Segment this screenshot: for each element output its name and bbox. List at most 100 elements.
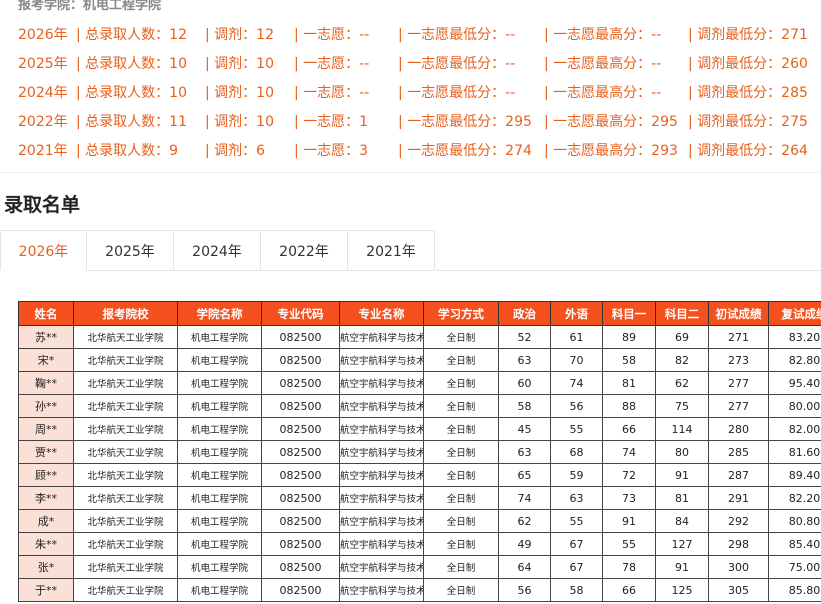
- cell-subject-two: 62: [655, 371, 709, 395]
- cell-study-mode: 全日制: [423, 532, 499, 556]
- cell-study-mode: 全日制: [423, 578, 499, 602]
- cell-name: 张*: [18, 555, 74, 579]
- header-col-college: 学院名称: [177, 301, 262, 326]
- cell-politics: 56: [498, 578, 551, 602]
- cell-name: 李**: [18, 486, 74, 510]
- cell-foreign-language: 68: [550, 440, 603, 464]
- cell-study-mode: 全日制: [423, 325, 499, 349]
- tab-2026[interactable]: 2026年: [0, 230, 87, 271]
- cell-major-code: 082500: [261, 348, 340, 372]
- cell-preliminary-score: 298: [708, 532, 769, 556]
- stat-first-choice: | 一志愿：3: [294, 143, 369, 159]
- stat-year: 2026年: [18, 27, 68, 43]
- college-header: 报考学院：机电工程学院: [18, 0, 162, 13]
- cell-preliminary-score: 285: [708, 440, 769, 464]
- cell-subject-two: 127: [655, 532, 709, 556]
- table-row: 鞠** 北华航天工业学院 机电工程学院 082500 航空宇航科学与技术 全日制 60 74 8…: [18, 371, 821, 395]
- admission-table: 姓名报考院校学院名称专业代码专业名称学习方式政治外语科目一科目二初试成绩复试成绩…: [18, 301, 821, 602]
- cell-college: 机电工程学院: [177, 325, 262, 349]
- cell-politics: 63: [498, 440, 551, 464]
- cell-college: 机电工程学院: [177, 578, 262, 602]
- cell-major-code: 082500: [261, 371, 340, 395]
- stat-adjust-min: | 调剂最低分：275: [688, 114, 808, 130]
- stat-year: 2025年: [18, 56, 68, 72]
- stat-adjust-min: | 调剂最低分：264: [688, 143, 808, 159]
- stat-first-max: | 一志愿最高分：--: [544, 85, 662, 101]
- cell-major-code: 082500: [261, 463, 340, 487]
- cell-major-name: 航空宇航科学与技术: [339, 371, 424, 395]
- cell-politics: 58: [498, 394, 551, 418]
- cell-retest-score: 83.20: [768, 325, 821, 349]
- cell-retest-score: 82.00: [768, 417, 821, 441]
- cell-politics: 49: [498, 532, 551, 556]
- cell-school: 北华航天工业学院: [73, 325, 178, 349]
- cell-study-mode: 全日制: [423, 371, 499, 395]
- cell-school: 北华航天工业学院: [73, 348, 178, 372]
- cell-subject-two: 80: [655, 440, 709, 464]
- admission-stats: 2026年 | 总录取人数：12 | 调剂：12 | 一志愿：-- | 一志愿最…: [0, 20, 821, 165]
- cell-major-name: 航空宇航科学与技术: [339, 555, 424, 579]
- cell-major-name: 航空宇航科学与技术: [339, 348, 424, 372]
- stat-adjust: | 调剂：10: [205, 56, 274, 72]
- cell-preliminary-score: 273: [708, 348, 769, 372]
- cell-preliminary-score: 291: [708, 486, 769, 510]
- stat-first-choice: | 一志愿：--: [294, 85, 370, 101]
- cell-foreign-language: 63: [550, 486, 603, 510]
- cell-major-name: 航空宇航科学与技术: [339, 394, 424, 418]
- stat-row-2026: 2026年 | 总录取人数：12 | 调剂：12 | 一志愿：-- | 一志愿最…: [0, 20, 821, 49]
- cell-subject-one: 89: [602, 325, 656, 349]
- cell-college: 机电工程学院: [177, 348, 262, 372]
- cell-major-name: 航空宇航科学与技术: [339, 325, 424, 349]
- tab-2021[interactable]: 2021年: [348, 230, 435, 271]
- cell-politics: 45: [498, 417, 551, 441]
- stat-adjust: | 调剂：12: [205, 27, 274, 43]
- cell-retest-score: 82.80: [768, 348, 821, 372]
- header-col-major-code: 专业代码: [261, 301, 340, 326]
- cell-politics: 60: [498, 371, 551, 395]
- cell-study-mode: 全日制: [423, 417, 499, 441]
- cell-major-name: 航空宇航科学与技术: [339, 486, 424, 510]
- cell-preliminary-score: 277: [708, 394, 769, 418]
- cell-preliminary-score: 292: [708, 509, 769, 533]
- header-col-foreign-language: 外语: [550, 301, 603, 326]
- stat-adjust-min: | 调剂最低分：271: [688, 27, 808, 43]
- cell-name: 孙**: [18, 394, 74, 418]
- cell-foreign-language: 61: [550, 325, 603, 349]
- cell-school: 北华航天工业学院: [73, 555, 178, 579]
- cell-college: 机电工程学院: [177, 532, 262, 556]
- table-row: 孙** 北华航天工业学院 机电工程学院 082500 航空宇航科学与技术 全日制 58 56 8…: [18, 394, 821, 418]
- stat-first-max: | 一志愿最高分：--: [544, 27, 662, 43]
- cell-foreign-language: 59: [550, 463, 603, 487]
- cell-retest-score: 85.40: [768, 532, 821, 556]
- stat-first-min: | 一志愿最低分：--: [398, 27, 516, 43]
- cell-study-mode: 全日制: [423, 463, 499, 487]
- cell-subject-one: 81: [602, 371, 656, 395]
- cell-subject-two: 125: [655, 578, 709, 602]
- cell-foreign-language: 56: [550, 394, 603, 418]
- cell-foreign-language: 70: [550, 348, 603, 372]
- cell-retest-score: 81.60: [768, 440, 821, 464]
- tab-2022[interactable]: 2022年: [261, 230, 348, 271]
- stat-first-max: | 一志愿最高分：293: [544, 143, 678, 159]
- tab-2024[interactable]: 2024年: [174, 230, 261, 271]
- stat-row-2024: 2024年 | 总录取人数：10 | 调剂：10 | 一志愿：-- | 一志愿最…: [0, 78, 821, 107]
- cell-study-mode: 全日制: [423, 440, 499, 464]
- cell-subject-one: 91: [602, 509, 656, 533]
- cell-school: 北华航天工业学院: [73, 440, 178, 464]
- stat-adjust-min: | 调剂最低分：260: [688, 56, 808, 72]
- stat-first-min: | 一志愿最低分：--: [398, 56, 516, 72]
- cell-major-code: 082500: [261, 417, 340, 441]
- stat-year: 2022年: [18, 114, 68, 130]
- cell-politics: 63: [498, 348, 551, 372]
- stat-row-2021: 2021年 | 总录取人数：9 | 调剂：6 | 一志愿：3 | 一志愿最低分：…: [0, 136, 821, 165]
- cell-subject-one: 66: [602, 417, 656, 441]
- cell-retest-score: 80.80: [768, 509, 821, 533]
- tab-2025[interactable]: 2025年: [87, 230, 174, 271]
- table-row: 成* 北华航天工业学院 机电工程学院 082500 航空宇航科学与技术 全日制 62 55 91…: [18, 509, 821, 533]
- header-col-subject-one: 科目一: [602, 301, 656, 326]
- cell-college: 机电工程学院: [177, 463, 262, 487]
- cell-subject-two: 91: [655, 463, 709, 487]
- stat-first-choice: | 一志愿：--: [294, 27, 370, 43]
- cell-college: 机电工程学院: [177, 394, 262, 418]
- cell-major-code: 082500: [261, 509, 340, 533]
